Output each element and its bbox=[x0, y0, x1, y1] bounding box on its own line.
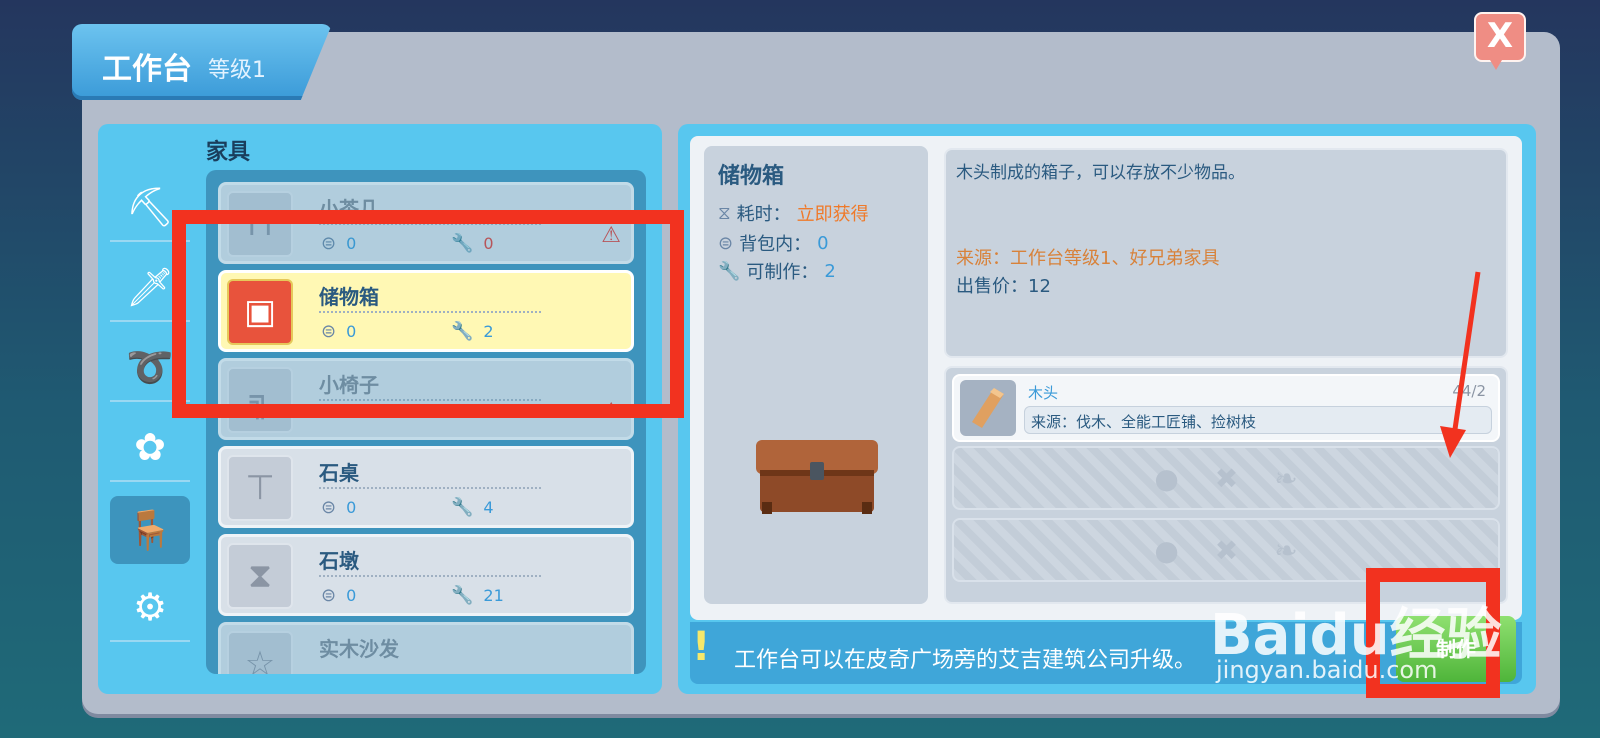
item-name: 石桌 bbox=[319, 461, 359, 485]
list-item[interactable]: ⊤ 石桌 ⊜ 0 🔧 4 bbox=[218, 446, 634, 528]
list-item[interactable]: ⧗ 石墩 ⊜ 0 🔧 21 bbox=[218, 534, 634, 616]
material-name: 木头 bbox=[1028, 384, 1059, 402]
description-text: 木头制成的箱子，可以存放不少物品。 bbox=[956, 163, 1245, 183]
annotation-highlight-item bbox=[172, 210, 684, 418]
wood-icon bbox=[960, 380, 1016, 436]
material-source: 来源：伐木、全能工匠铺、捡树枝 bbox=[1024, 406, 1492, 434]
close-button[interactable]: X bbox=[1474, 12, 1526, 70]
craft-time: ⧖ 耗时： 立即获得 bbox=[718, 202, 869, 226]
leaf-icon: ❧ bbox=[1274, 461, 1298, 495]
bag-count: ⊜ 0 bbox=[321, 585, 357, 606]
wrench-icon: 🔧 bbox=[451, 585, 474, 606]
wrench-icon: 🔧 bbox=[451, 497, 474, 518]
flower-icon[interactable]: ✿ bbox=[110, 414, 190, 482]
source-text: 来源：工作台等级1、好兄弟家具 bbox=[956, 248, 1220, 269]
apple-icon: ● bbox=[1154, 461, 1179, 495]
storage-chest-image bbox=[756, 440, 878, 514]
tip-text: 工作台可以在皮奇广场旁的艾吉建筑公司升级。 bbox=[734, 648, 1197, 673]
item-name: 实木沙发 bbox=[319, 637, 399, 661]
gear-icon[interactable]: ⚙ bbox=[110, 574, 190, 642]
window-title: 工作台 bbox=[102, 52, 192, 87]
stone-stool-icon: ⧗ bbox=[227, 543, 293, 609]
empty-material-slot: ● ✖ ❧ bbox=[952, 446, 1500, 510]
exclamation-icon: ! bbox=[692, 624, 711, 670]
craftable-amount: 🔧 可制作： 2 bbox=[718, 260, 836, 284]
category-title: 家具 bbox=[206, 140, 251, 165]
backpack-icon: ⊜ bbox=[718, 232, 734, 254]
cross-icon: ✖ bbox=[1214, 533, 1239, 567]
craftable-count: 🔧 4 bbox=[451, 497, 494, 518]
hourglass-icon: ⧖ bbox=[718, 202, 731, 224]
item-name: 石墩 bbox=[319, 549, 359, 573]
material-row[interactable]: 木头 44/2 来源：伐木、全能工匠铺、捡树枝 bbox=[952, 374, 1500, 442]
sell-price: 出售价：12 bbox=[956, 276, 1051, 297]
annotation-arrow-icon bbox=[1440, 271, 1481, 458]
furniture-icon[interactable]: 🪑 bbox=[110, 496, 190, 564]
divider bbox=[319, 575, 541, 577]
sofa-icon: ☆ bbox=[227, 631, 293, 674]
backpack-icon: ⊜ bbox=[321, 585, 337, 606]
watermark-url: jingyan.baidu.com bbox=[1216, 656, 1438, 684]
detail-item-name: 储物箱 bbox=[718, 164, 785, 189]
bag-count: ⊜ 0 bbox=[321, 497, 357, 518]
list-item[interactable]: ☆ 实木沙发 bbox=[218, 622, 634, 674]
craftable-count: 🔧 21 bbox=[451, 585, 504, 606]
cross-icon: ✖ bbox=[1214, 461, 1239, 495]
stone-table-icon: ⊤ bbox=[227, 455, 293, 521]
backpack-icon: ⊜ bbox=[321, 497, 337, 518]
wrench-icon: 🔧 bbox=[718, 260, 741, 282]
leaf-icon: ❧ bbox=[1274, 533, 1298, 567]
apple-icon: ● bbox=[1154, 533, 1179, 567]
window-level: 等级1 bbox=[208, 58, 266, 83]
bag-stock: ⊜ 背包内： 0 bbox=[718, 232, 829, 256]
divider bbox=[319, 487, 541, 489]
